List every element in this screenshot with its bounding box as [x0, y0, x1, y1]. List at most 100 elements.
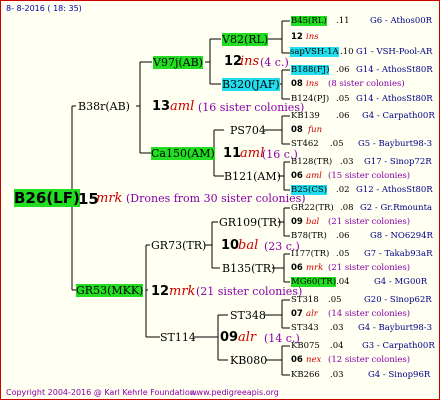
gen4-year: .06 [336, 231, 350, 241]
gen4-mid-count: 08 [291, 79, 303, 89]
gen4-mid-note: (8 sister colonies) [328, 79, 405, 89]
gen2-count: 11 [223, 146, 242, 161]
gen2-type: alr [238, 330, 257, 345]
gen3-type: aml [306, 171, 322, 181]
gen3-note: (4 c.) [260, 56, 289, 69]
gen4-source: G17 - Sinop72R [364, 157, 432, 167]
gen4-source: G5 - Bayburt98-3 [358, 139, 433, 149]
gen3-note: (14 sister colonies) [328, 309, 411, 319]
gen4-source: G4 - Bayburt98-3 [358, 323, 433, 333]
gen4-year: .03 [330, 370, 344, 380]
root-note: (Drones from 30 sister colonies) [126, 192, 306, 205]
gen4-source: G14 - AthosSt80R [356, 94, 433, 104]
gen3-node: B320(JAF) [222, 78, 280, 91]
gen4-year: .05 [330, 139, 344, 149]
gen4-source: G2 - Gr.Rmounta [360, 203, 433, 213]
gen3-note: (21 sister colonies) [328, 263, 411, 273]
header-timestamp: 8- 8-2016 ( 18: 35) [6, 4, 82, 13]
root-type: mrk [96, 191, 123, 206]
gen3-count: 08 [291, 125, 303, 135]
gen3-node: B135(TR) [222, 262, 276, 275]
gen1-type: aml [170, 99, 195, 114]
gen3-note: (21 sister colonies) [328, 217, 411, 227]
gen4-node: GR22(TR) [291, 203, 334, 213]
gen4-node: B124(PJ) [291, 94, 330, 104]
gen4-year: .05 [328, 295, 342, 305]
gen4-year: .05 [336, 249, 350, 259]
gen3-count: 06 [291, 263, 303, 273]
gen3-type: nex [306, 355, 322, 365]
gen4-source: G4 - MG00R [374, 277, 428, 287]
gen1-count: 13 [152, 99, 171, 114]
gen4-year: .05 [336, 94, 350, 104]
gen3-count: 09 [291, 217, 303, 227]
gen4-source: G20 - Sinop62R [364, 295, 432, 305]
gen3-type: ins [240, 54, 260, 69]
gen4-source: G3 - Carpath00R [362, 341, 435, 351]
gen4-mid-type: ins [306, 79, 319, 89]
gen3-count: 06 [291, 171, 303, 181]
gen3-node: GR109(TR) [219, 216, 282, 229]
gen4-node: sapVSH-1A [290, 47, 339, 57]
gen2-node: ST114 [160, 331, 196, 344]
gen4-year: .06 [336, 111, 350, 121]
gen2-node: Ca150(AM) [151, 147, 215, 160]
footer-website: www.pedigreeapis.org [190, 388, 279, 397]
gen4-node: ST318 [291, 295, 319, 305]
gen2-type: bal [238, 238, 259, 253]
gen4-source: G8 - NO6294R [370, 231, 433, 241]
gen3-type: alr [306, 309, 318, 319]
gen1-node: GR53(MKK) [76, 284, 144, 297]
gen1-note: (16 sister colonies) [198, 101, 305, 114]
gen1-count: 12 [151, 284, 170, 299]
gen3-type: mrk [306, 263, 324, 273]
gen4-year: .04 [336, 277, 350, 287]
gen3-note: (15 sister colonies) [328, 171, 411, 181]
gen3-note: (12 sister colonies) [328, 355, 411, 365]
footer-copyright: Copyright 2004-2016 @ Karl Kehrle Founda… [6, 388, 198, 397]
gen4-year: .11 [336, 16, 350, 26]
gen4-year: .02 [336, 185, 350, 195]
gen2-node: GR73(TR) [151, 239, 207, 252]
gen1-node: B38r(AB) [78, 100, 130, 113]
root-node: B26(LF) [14, 189, 80, 207]
gen3-node: V82(RL) [222, 33, 269, 46]
gen4-node: KB266 [291, 370, 320, 380]
gen4-node: ST343 [291, 323, 319, 333]
gen4-year: .10 [340, 47, 354, 57]
gen3-node: ST348 [230, 309, 266, 322]
gen4-node: MG60(TR) [291, 277, 337, 287]
gen4-node: B128(TR) [291, 157, 333, 167]
gen4-node: KB139 [291, 111, 320, 121]
gen3-type: bal [306, 217, 320, 227]
gen4-source: G7 - Takab93aR [364, 249, 433, 259]
gen4-source: G1 - VSH-Pool-AR [356, 47, 433, 57]
gen2-type: aml [240, 146, 265, 161]
gen3-count: 12 [291, 32, 303, 42]
gen3-node: PS704 [230, 124, 266, 137]
gen4-node: I177(TR) [291, 249, 330, 259]
gen4-year: .03 [330, 323, 344, 333]
gen4-node: B45(RL) [291, 16, 327, 26]
gen1-note: (21 sister colonies) [196, 285, 303, 298]
gen3-type: ins [306, 32, 319, 42]
gen4-node: B188(FJ) [291, 65, 330, 75]
gen4-year: .03 [340, 157, 354, 167]
gen3-count: 06 [291, 355, 303, 365]
gen4-year: .08 [340, 203, 354, 213]
gen4-node: B78(TR) [291, 231, 327, 241]
gen4-year: .06 [336, 65, 350, 75]
gen3-count: 07 [291, 309, 303, 319]
gen3-type: fun [308, 125, 323, 135]
gen2-count: 10 [221, 238, 240, 253]
gen4-node: B25(CS) [291, 185, 328, 195]
gen4-year: .04 [330, 341, 344, 351]
gen2-node: V97j(AB) [153, 56, 203, 69]
gen4-source: G12 - AthosSt80R [356, 185, 433, 195]
gen1-type: mrk [169, 284, 196, 299]
gen4-node: KB075 [291, 341, 320, 351]
gen4-node: ST462 [291, 139, 319, 149]
gen3-node: KB080 [230, 354, 268, 367]
gen3-node: B121(AM) [224, 170, 281, 183]
gen4-source: G14 - AthosSt80R [356, 65, 433, 75]
